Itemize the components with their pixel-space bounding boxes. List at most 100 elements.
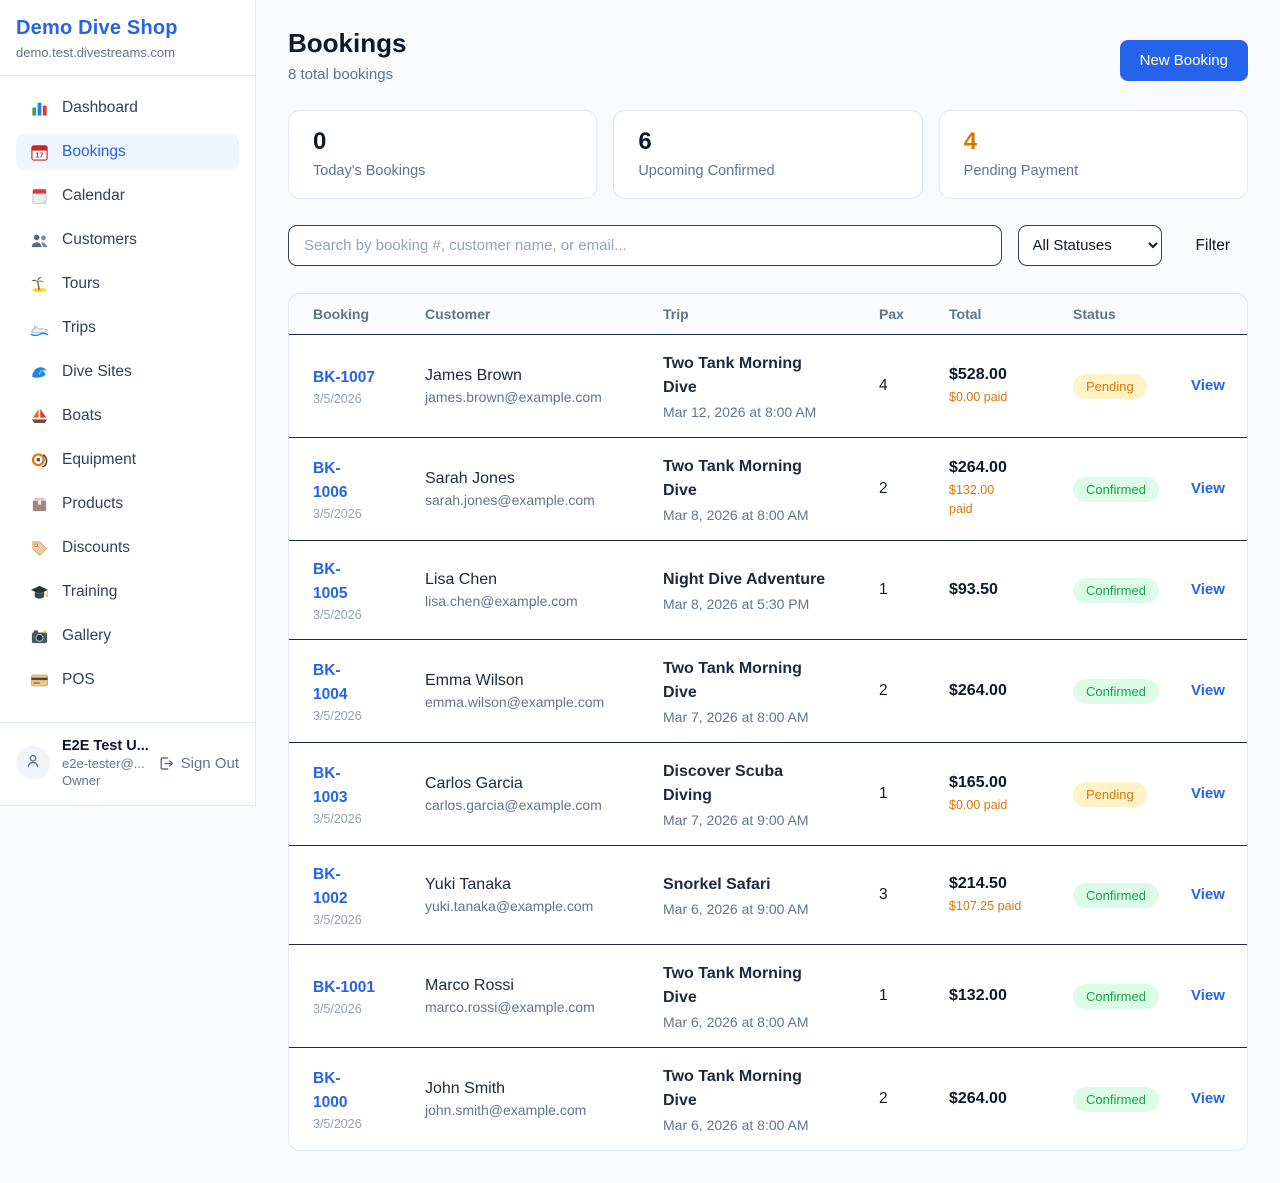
sidebar-item-label: Equipment (62, 451, 136, 469)
table-header-row: BookingCustomerTripPaxTotalStatus (289, 294, 1247, 335)
wave-icon (30, 363, 49, 382)
view-link[interactable]: View (1191, 480, 1225, 497)
view-link[interactable]: View (1191, 1090, 1225, 1107)
sidebar-item-label: Boats (62, 407, 102, 425)
sidebar-item-products[interactable]: Products (16, 486, 239, 522)
sidebar-item-dashboard[interactable]: Dashboard (16, 90, 239, 126)
booking-created-date: 3/5/2026 (313, 913, 415, 927)
stats-row: 0 Today's Bookings 6 Upcoming Confirmed … (288, 110, 1248, 199)
view-link[interactable]: View (1191, 987, 1225, 1004)
sidebar-item-calendar[interactable]: Calendar (16, 178, 239, 214)
sidebar-item-pos[interactable]: POS (16, 662, 239, 698)
user-name: E2E Test U... (62, 738, 145, 754)
stat-card-pending-payment: 4 Pending Payment (939, 110, 1248, 199)
people-icon (30, 231, 49, 250)
trip-datetime: Mar 6, 2026 at 8:00 AM (663, 1117, 869, 1133)
view-link[interactable]: View (1191, 682, 1225, 699)
camera-icon (30, 627, 49, 646)
sidebar-item-label: Trips (62, 319, 96, 337)
trip-datetime: Mar 7, 2026 at 9:00 AM (663, 812, 869, 828)
sidebar-item-label: Products (62, 495, 123, 513)
sidebar-item-dive-sites[interactable]: Dive Sites (16, 354, 239, 390)
column-header-pax: Pax (879, 306, 949, 322)
table-row: BK-1001 3/5/2026 Marco Rossi marco.rossi… (289, 945, 1247, 1048)
booking-id-link[interactable]: BK- 1006 (313, 457, 347, 505)
status-filter-select[interactable]: All Statuses (1018, 225, 1162, 266)
view-link[interactable]: View (1191, 377, 1225, 394)
new-booking-button[interactable]: New Booking (1120, 40, 1248, 81)
trip-datetime: Mar 6, 2026 at 8:00 AM (663, 1014, 869, 1030)
view-link[interactable]: View (1191, 785, 1225, 802)
sidebar-item-equipment[interactable]: Equipment (16, 442, 239, 478)
bookings-table: BookingCustomerTripPaxTotalStatus BK-100… (288, 293, 1248, 1151)
trip-name: Two Tank Morning Dive (663, 962, 869, 1010)
status-badge: Confirmed (1073, 1087, 1159, 1112)
sidebar-nav: Dashboard 17 Bookings Calendar Customers… (0, 76, 255, 716)
booking-created-date: 3/5/2026 (313, 812, 415, 826)
table-body: BK-1007 3/5/2026 James Brown james.brown… (289, 335, 1247, 1150)
tag-icon (30, 539, 49, 558)
trip-name: Two Tank Morning Dive (663, 657, 869, 705)
sidebar-item-label: Training (62, 583, 117, 601)
booking-id-link[interactable]: BK- 1000 (313, 1067, 347, 1115)
speedboat-icon (30, 319, 49, 338)
booking-id-link[interactable]: BK- 1005 (313, 558, 347, 606)
customer-email: sarah.jones@example.com (425, 492, 653, 508)
user-section: E2E Test U... e2e-tester@... Owner Sign … (0, 722, 255, 805)
sidebar-item-label: Dashboard (62, 99, 138, 117)
bar-chart-icon (30, 99, 49, 118)
trip-datetime: Mar 8, 2026 at 5:30 PM (663, 596, 869, 612)
booking-id-link[interactable]: BK- 1004 (313, 659, 347, 707)
search-input[interactable] (288, 225, 1002, 266)
column-header-total: Total (949, 306, 1073, 322)
user-info: E2E Test U... e2e-tester@... Owner (62, 738, 145, 788)
customer-email: marco.rossi@example.com (425, 999, 653, 1015)
sidebar-item-gallery[interactable]: Gallery (16, 618, 239, 654)
sailboat-icon (30, 407, 49, 426)
booking-created-date: 3/5/2026 (313, 1117, 415, 1131)
pax-count: 1 (879, 785, 949, 803)
sidebar-item-bookings[interactable]: 17 Bookings (16, 134, 239, 170)
pax-count: 2 (879, 682, 949, 700)
customer-name: Emma Wilson (425, 672, 653, 690)
total-amount: $264.00 (949, 1090, 1063, 1108)
booking-id-link[interactable]: BK- 1003 (313, 762, 347, 810)
sidebar-item-discounts[interactable]: Discounts (16, 530, 239, 566)
booking-id-link[interactable]: BK- 1002 (313, 863, 347, 911)
avatar (16, 746, 50, 780)
sidebar-item-tours[interactable]: Tours (16, 266, 239, 302)
booking-created-date: 3/5/2026 (313, 507, 415, 521)
customer-email: james.brown@example.com (425, 389, 653, 405)
sidebar-item-label: Gallery (62, 627, 111, 645)
sidebar-item-boats[interactable]: Boats (16, 398, 239, 434)
booking-id-link[interactable]: BK-1007 (313, 366, 375, 390)
trip-name: Snorkel Safari (663, 873, 869, 897)
view-link[interactable]: View (1191, 886, 1225, 903)
customer-email: john.smith@example.com (425, 1102, 653, 1118)
customer-name: Lisa Chen (425, 571, 653, 589)
column-header-status: Status (1073, 306, 1191, 322)
booking-created-date: 3/5/2026 (313, 392, 415, 406)
column-header-trip: Trip (663, 306, 879, 322)
sidebar-item-trips[interactable]: Trips (16, 310, 239, 346)
stat-label: Pending Payment (964, 163, 1223, 179)
view-link[interactable]: View (1191, 581, 1225, 598)
dive-mask-icon (30, 451, 49, 470)
paid-amount: $132.00 paid (949, 481, 1063, 519)
table-row: BK- 1000 3/5/2026 John Smith john.smith@… (289, 1048, 1247, 1150)
paid-amount: $0.00 paid (949, 796, 1063, 815)
customer-email: carlos.garcia@example.com (425, 797, 653, 813)
sign-out-button[interactable]: Sign Out (157, 755, 239, 772)
sidebar-item-label: Bookings (62, 143, 126, 161)
sidebar-item-label: Customers (62, 231, 137, 249)
booking-id-link[interactable]: BK-1001 (313, 976, 375, 1000)
trip-name: Two Tank Morning Dive (663, 1065, 869, 1113)
total-amount: $93.50 (949, 581, 1063, 599)
filter-button[interactable]: Filter (1178, 237, 1248, 255)
sidebar-item-training[interactable]: Training (16, 574, 239, 610)
pax-count: 4 (879, 377, 949, 395)
booking-created-date: 3/5/2026 (313, 608, 415, 622)
sidebar-item-customers[interactable]: Customers (16, 222, 239, 258)
trip-datetime: Mar 6, 2026 at 9:00 AM (663, 901, 869, 917)
credit-card-icon (30, 671, 49, 690)
